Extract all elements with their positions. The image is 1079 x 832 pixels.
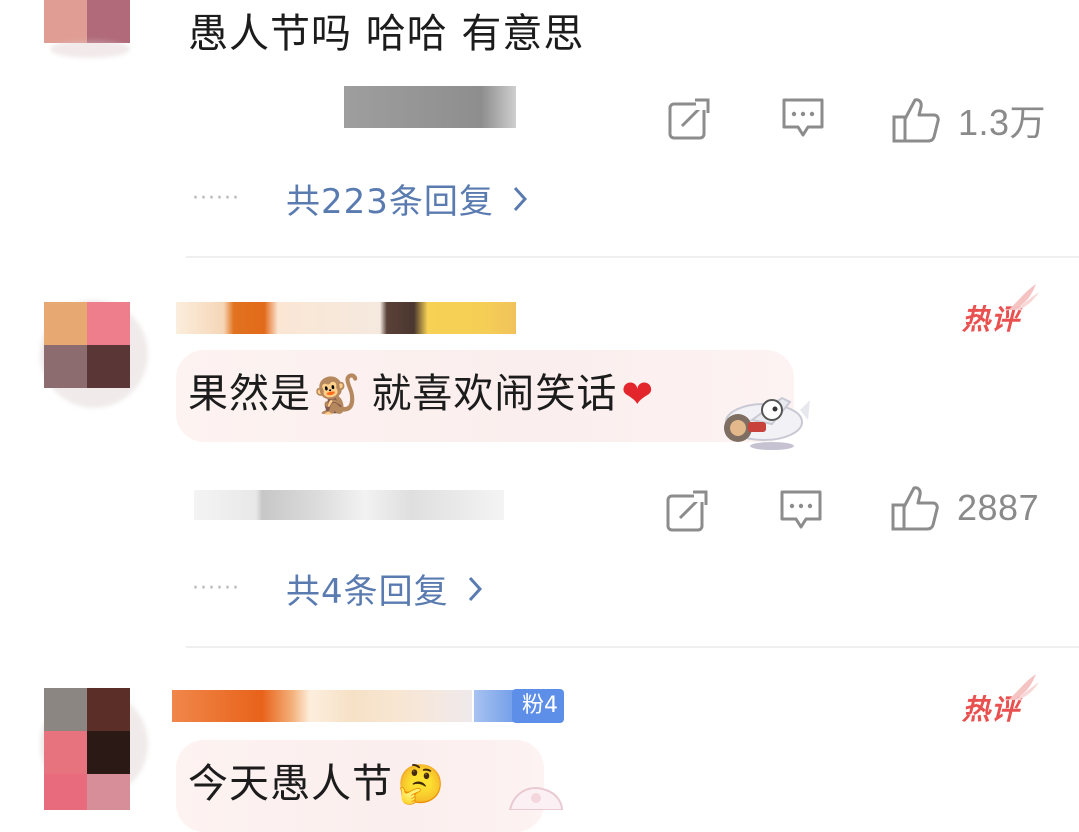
comment-divider	[186, 646, 1079, 648]
avatar-mosaic-cell	[44, 774, 87, 810]
comment-text: 愚人节吗 哈哈 有意思	[188, 11, 585, 57]
comment-button[interactable]	[781, 97, 825, 139]
like-count: 2887	[957, 487, 1040, 528]
avatar-mosaic-cell	[87, 731, 130, 774]
comment-text-part: 就喜欢闹笑话	[371, 371, 618, 417]
like-button[interactable]: 1.3万	[892, 94, 1046, 146]
avatar-ring	[50, 40, 130, 58]
sticker-icon	[508, 787, 564, 810]
avatar-mosaic-cell	[44, 731, 87, 774]
comment-text-part: 果然是	[188, 371, 311, 417]
avatar-mosaic-cell	[87, 302, 130, 345]
redacted-timestamp	[194, 490, 504, 520]
like-count: 1.3万	[958, 102, 1047, 143]
comment-text: 今天愚人节 🤔	[188, 760, 445, 808]
avatar-mosaic-cell	[44, 688, 87, 731]
avatar-mosaic-cell	[44, 302, 87, 345]
comment-divider	[186, 256, 1079, 258]
repost-icon	[666, 488, 710, 532]
thinking-emoji: 🤔	[397, 762, 446, 806]
repost-icon	[668, 96, 712, 140]
like-button[interactable]: 2887	[891, 485, 1039, 531]
hot-wing-icon	[1008, 674, 1039, 700]
comment-icon	[782, 98, 824, 137]
avatar[interactable]	[44, 302, 130, 388]
comment-icon	[780, 490, 822, 529]
heart-emoji: ❤	[621, 372, 655, 416]
avatar-mosaic-cell	[87, 0, 130, 43]
comment-text: 果然是 🐒 就喜欢闹笑话 ❤	[188, 370, 654, 418]
redacted-username	[172, 690, 472, 722]
reply-count-label: 共223条回复	[286, 182, 494, 222]
avatar-mosaic-cell	[87, 345, 130, 388]
fan-level-badge: 粉4	[512, 689, 564, 723]
avatar-mosaic-cell	[44, 0, 87, 43]
redacted-timestamp	[344, 86, 516, 128]
repost-button[interactable]	[666, 488, 710, 532]
avatar-mosaic-cell	[87, 774, 130, 810]
avatar-overflow	[44, 774, 130, 810]
monkey-emoji: 🐒	[313, 372, 362, 416]
comment-button[interactable]	[779, 489, 823, 531]
thumbs-up-icon	[891, 486, 939, 531]
reply-thread-link[interactable]: ······ 共4条回复	[192, 564, 483, 613]
avatar[interactable]	[44, 688, 130, 774]
chevron-right-icon	[513, 186, 527, 211]
reply-dots: ······	[192, 576, 240, 601]
avatar[interactable]	[44, 0, 130, 43]
avatar-mosaic-cell	[44, 345, 87, 388]
avatar-mosaic-cell	[87, 688, 130, 731]
reply-dots: ······	[192, 186, 240, 211]
reply-thread-link[interactable]: ······ 共223条回复	[192, 174, 528, 223]
thumbs-up-icon	[892, 98, 940, 143]
repost-button[interactable]	[668, 96, 712, 140]
hot-wing-icon	[1008, 284, 1039, 310]
reply-count-label: 共4条回复	[286, 572, 449, 612]
redacted-username	[176, 302, 516, 334]
chevron-right-icon	[468, 576, 482, 601]
airplane-sticker-icon	[724, 396, 810, 450]
comment-text-part: 今天愚人节	[188, 761, 393, 807]
